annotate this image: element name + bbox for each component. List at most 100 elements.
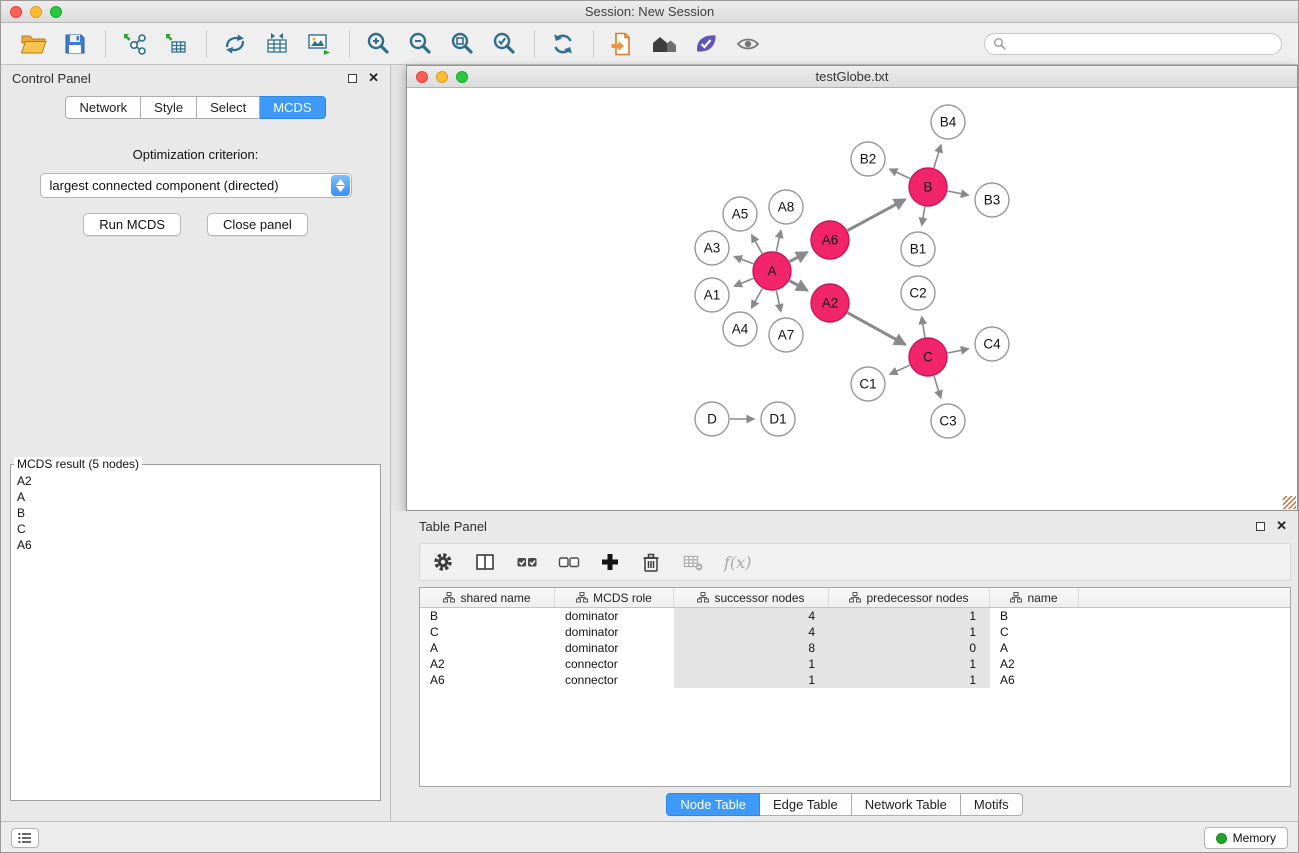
- graph-edge-A6-B[interactable]: [848, 199, 906, 230]
- search-input[interactable]: [1011, 37, 1273, 51]
- graph-node-B4[interactable]: B4: [931, 105, 965, 139]
- graph-node-A[interactable]: A: [753, 252, 791, 290]
- table-tab-node-table[interactable]: Node Table: [666, 793, 760, 816]
- table-row[interactable]: A2connector11A2: [420, 656, 1290, 672]
- result-item[interactable]: B: [17, 505, 374, 521]
- graph-edge-A-A8[interactable]: [776, 230, 781, 251]
- minimize-window-button[interactable]: [30, 6, 42, 18]
- network-close-button[interactable]: [416, 71, 428, 83]
- task-history-button[interactable]: [11, 828, 39, 848]
- column-header-predecessor-nodes[interactable]: predecessor nodes: [829, 588, 990, 607]
- graph-edge-A-A4[interactable]: [752, 289, 763, 309]
- graph-node-A6[interactable]: A6: [811, 221, 849, 259]
- window-resize-grip[interactable]: [1283, 496, 1296, 509]
- float-table-panel-icon[interactable]: [1256, 522, 1265, 531]
- graph-edge-A-A2[interactable]: [790, 281, 808, 291]
- graph-edge-A-A7[interactable]: [776, 291, 781, 312]
- graph-node-D[interactable]: D: [695, 402, 729, 436]
- close-table-panel-icon[interactable]: ✕: [1276, 521, 1287, 531]
- refresh-view-button[interactable]: [547, 28, 579, 60]
- graph-node-C3[interactable]: C3: [931, 404, 965, 438]
- close-panel-button[interactable]: Close panel: [207, 213, 308, 236]
- import-network-button[interactable]: [118, 28, 150, 60]
- graph-edge-A2-C[interactable]: [848, 313, 906, 345]
- graph-node-C[interactable]: C: [909, 338, 947, 376]
- zoom-out-button[interactable]: [404, 28, 436, 60]
- graph-node-B3[interactable]: B3: [975, 183, 1009, 217]
- mcds-result-list[interactable]: A2ABCA6: [11, 471, 380, 555]
- column-header-shared-name[interactable]: shared name: [420, 588, 555, 607]
- network-canvas[interactable]: B4 B2 B B3 A5 A8A6 A3 B1 A A1 C2 A2 A4 A7 C4 C C1 C3 D D1: [407, 88, 1297, 510]
- deselect-all-button[interactable]: [558, 549, 580, 575]
- result-item[interactable]: C: [17, 521, 374, 537]
- tab-network[interactable]: Network: [65, 96, 141, 119]
- tab-mcds[interactable]: MCDS: [260, 96, 325, 119]
- close-window-button[interactable]: [10, 6, 22, 18]
- table-row[interactable]: Bdominator41B: [420, 608, 1290, 624]
- save-session-button[interactable]: [59, 28, 91, 60]
- export-image-button[interactable]: [303, 28, 335, 60]
- graph-edge-B-B1[interactable]: [922, 207, 925, 226]
- graph-node-C4[interactable]: C4: [975, 327, 1009, 361]
- graph-edge-C-C3[interactable]: [934, 376, 941, 398]
- graph-edge-A-A6[interactable]: [790, 252, 808, 261]
- column-header-name[interactable]: name: [990, 588, 1079, 607]
- graph-edge-B-B2[interactable]: [890, 169, 910, 178]
- network-minimize-button[interactable]: [436, 71, 448, 83]
- graph-edge-A-A5[interactable]: [752, 235, 763, 254]
- zoom-fit-button[interactable]: [446, 28, 478, 60]
- result-item[interactable]: A: [17, 489, 374, 505]
- graph-node-A1[interactable]: A1: [695, 278, 729, 312]
- clone-network-button[interactable]: [219, 28, 251, 60]
- graph-node-C1[interactable]: C1: [851, 367, 885, 401]
- graph-edge-C-C1[interactable]: [890, 365, 910, 374]
- table-row[interactable]: Adominator80A: [420, 640, 1290, 656]
- result-item[interactable]: A6: [17, 537, 374, 553]
- tab-select[interactable]: Select: [197, 96, 260, 119]
- graph-node-C2[interactable]: C2: [901, 276, 935, 310]
- column-header-MCDS-role[interactable]: MCDS role: [555, 588, 674, 607]
- graph-node-B2[interactable]: B2: [851, 142, 885, 176]
- column-header-successor-nodes[interactable]: successor nodes: [674, 588, 829, 607]
- home-button[interactable]: [648, 28, 680, 60]
- result-item[interactable]: A2: [17, 473, 374, 489]
- add-column-button[interactable]: [600, 549, 620, 575]
- graph-edge-B-B4[interactable]: [934, 145, 941, 168]
- graph-edge-A-A3[interactable]: [734, 257, 753, 264]
- zoom-selected-button[interactable]: [488, 28, 520, 60]
- clear-table-button[interactable]: [682, 549, 704, 575]
- table-row[interactable]: A6connector11A6: [420, 672, 1290, 688]
- split-view-button[interactable]: [474, 549, 496, 575]
- graph-node-B1[interactable]: B1: [901, 232, 935, 266]
- open-document-button[interactable]: [606, 28, 638, 60]
- table-tab-edge-table[interactable]: Edge Table: [760, 793, 852, 816]
- zoom-window-button[interactable]: [50, 6, 62, 18]
- graph-node-A8[interactable]: A8: [769, 190, 803, 224]
- toolbar-search[interactable]: [984, 33, 1282, 55]
- show-hide-button[interactable]: [732, 28, 764, 60]
- zoom-in-button[interactable]: [362, 28, 394, 60]
- graph-node-A5[interactable]: A5: [723, 197, 757, 231]
- check-badge-button[interactable]: [690, 28, 722, 60]
- import-table-button[interactable]: [160, 28, 192, 60]
- graph-node-A7[interactable]: A7: [769, 318, 803, 352]
- graph-node-D1[interactable]: D1: [761, 402, 795, 436]
- graph-node-A3[interactable]: A3: [695, 231, 729, 265]
- graph-node-B[interactable]: B: [909, 168, 947, 206]
- graph-node-A4[interactable]: A4: [723, 312, 757, 346]
- select-all-button[interactable]: [516, 549, 538, 575]
- table-tab-motifs[interactable]: Motifs: [961, 793, 1023, 816]
- open-session-button[interactable]: [17, 28, 49, 60]
- close-panel-icon[interactable]: ✕: [368, 73, 379, 83]
- graph-edge-C-C4[interactable]: [948, 349, 969, 353]
- memory-button[interactable]: Memory: [1204, 827, 1288, 849]
- graph-edge-A-A1[interactable]: [734, 278, 753, 286]
- graph-edge-C-C2[interactable]: [922, 317, 925, 338]
- tab-style[interactable]: Style: [141, 96, 197, 119]
- float-panel-icon[interactable]: [348, 74, 357, 83]
- graph-node-A2[interactable]: A2: [811, 284, 849, 322]
- export-table-button[interactable]: [261, 28, 293, 60]
- table-tab-network-table[interactable]: Network Table: [852, 793, 961, 816]
- criterion-dropdown[interactable]: largest connected component (directed): [40, 173, 352, 198]
- graph-edge-B-B3[interactable]: [948, 191, 969, 195]
